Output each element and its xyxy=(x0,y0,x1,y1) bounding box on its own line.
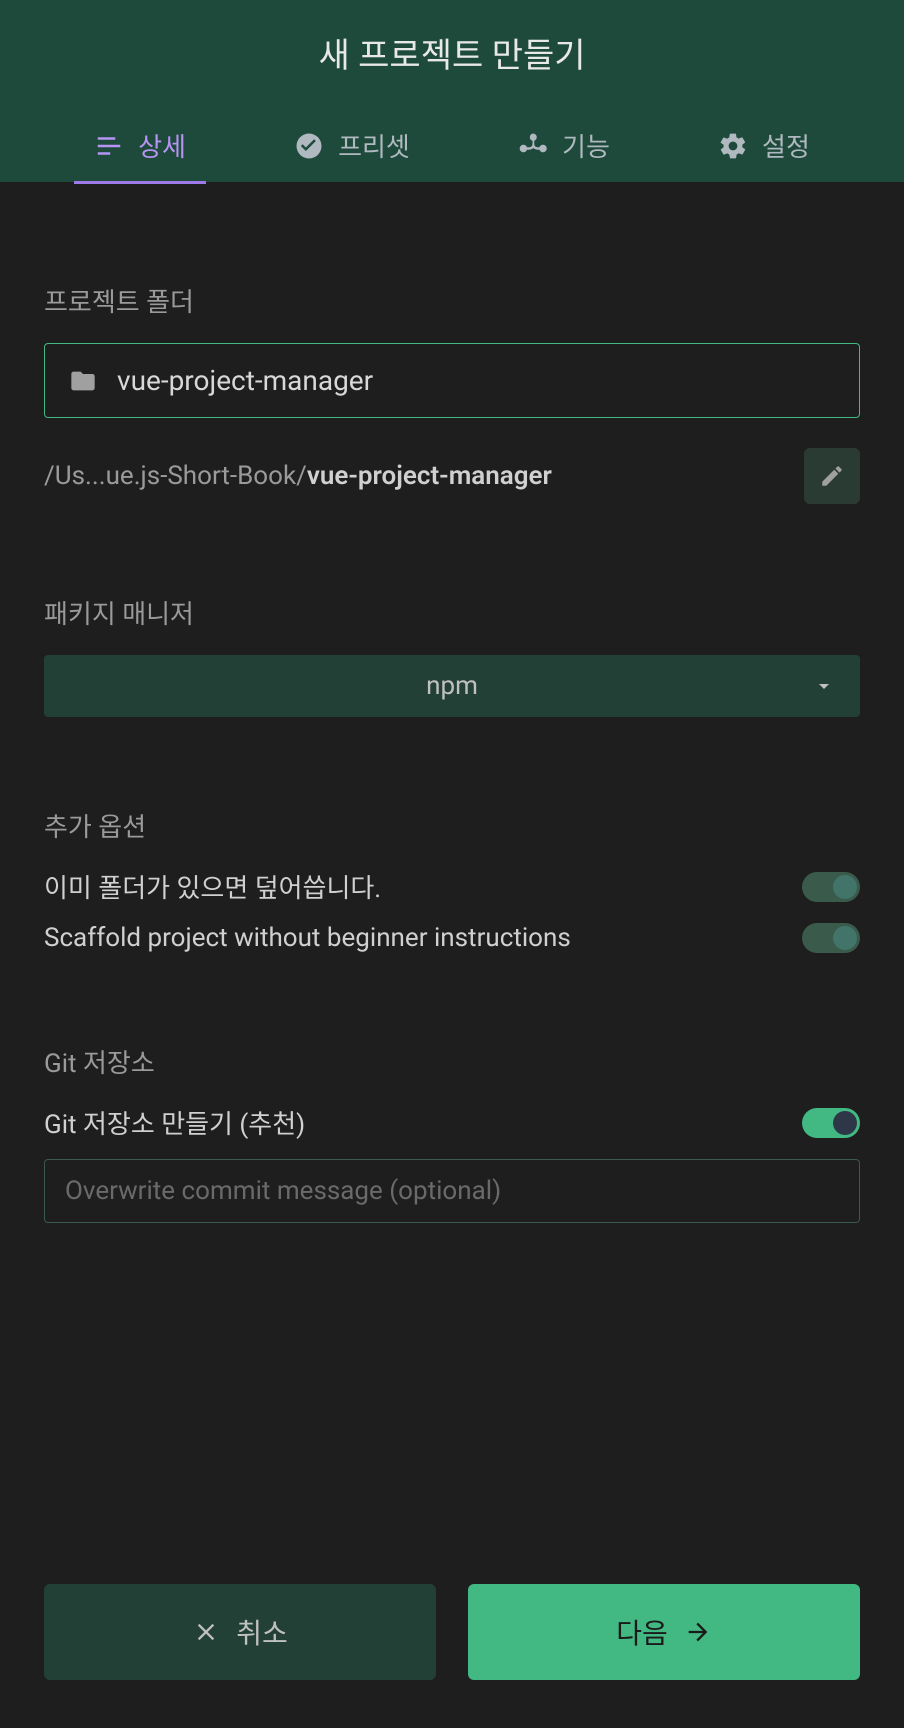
tab-label: 상세 xyxy=(138,127,186,164)
commit-input-wrapper[interactable] xyxy=(44,1159,860,1223)
option-scaffold: Scaffold project without beginner instru… xyxy=(44,923,860,953)
folder-label: 프로젝트 폴더 xyxy=(44,282,860,319)
close-icon xyxy=(192,1618,220,1646)
option-overwrite: 이미 폴더가 있으면 덮어씁니다. xyxy=(44,868,860,905)
path-text: /Us...ue.js-Short-Book/vue-project-manag… xyxy=(44,461,788,491)
toggle-scaffold[interactable] xyxy=(802,923,860,953)
section-package-manager: 패키지 매니저 npm xyxy=(44,594,860,717)
toggle-git-init[interactable] xyxy=(802,1108,860,1138)
git-label: Git 저장소 xyxy=(44,1043,860,1080)
option-label: Scaffold project without beginner instru… xyxy=(44,923,571,953)
folder-input-wrapper[interactable] xyxy=(44,343,860,418)
section-git: Git 저장소 Git 저장소 만들기 (추천) xyxy=(44,1043,860,1223)
folder-input[interactable] xyxy=(117,364,835,397)
select-value: npm xyxy=(426,671,478,701)
chevron-down-icon xyxy=(812,674,836,698)
tab-settings[interactable]: 설정 xyxy=(698,109,830,182)
page-title: 새 프로젝트 만들기 xyxy=(0,28,904,109)
list-icon xyxy=(94,131,124,161)
toggle-overwrite[interactable] xyxy=(802,872,860,902)
gear-icon xyxy=(718,131,748,161)
pencil-icon xyxy=(819,463,845,489)
arrow-right-icon xyxy=(684,1618,712,1646)
folder-icon xyxy=(69,367,97,395)
toggle-knob xyxy=(833,1111,857,1135)
option-git-init: Git 저장소 만들기 (추천) xyxy=(44,1104,860,1141)
section-folder: 프로젝트 폴더 /Us...ue.js-Short-Book/vue-proje… xyxy=(44,282,860,504)
commit-message-input[interactable] xyxy=(65,1176,839,1206)
option-label: 이미 폴더가 있으면 덮어씁니다. xyxy=(44,868,381,905)
tabs: 상세 프리셋 기능 설정 xyxy=(0,109,904,182)
cancel-button[interactable]: 취소 xyxy=(44,1584,436,1680)
content: 프로젝트 폴더 /Us...ue.js-Short-Book/vue-proje… xyxy=(0,182,904,1584)
tab-details[interactable]: 상세 xyxy=(74,109,206,182)
next-button[interactable]: 다음 xyxy=(468,1584,860,1680)
tab-preset[interactable]: 프리셋 xyxy=(274,109,430,182)
cancel-label: 취소 xyxy=(236,1612,288,1652)
merge-icon xyxy=(518,131,548,161)
options-label: 추가 옵션 xyxy=(44,807,860,844)
tab-label: 기능 xyxy=(562,127,610,164)
header: 새 프로젝트 만들기 상세 프리셋 기능 설정 xyxy=(0,0,904,182)
toggle-knob xyxy=(833,875,857,899)
next-label: 다음 xyxy=(616,1612,668,1652)
package-manager-select[interactable]: npm xyxy=(44,655,860,717)
toggle-knob xyxy=(833,926,857,950)
tab-features[interactable]: 기능 xyxy=(498,109,630,182)
edit-path-button[interactable] xyxy=(804,448,860,504)
package-manager-label: 패키지 매니저 xyxy=(44,594,860,631)
tab-label: 프리셋 xyxy=(338,127,410,164)
footer: 취소 다음 xyxy=(0,1584,904,1728)
check-circle-icon xyxy=(294,131,324,161)
path-row: /Us...ue.js-Short-Book/vue-project-manag… xyxy=(44,448,860,504)
tab-label: 설정 xyxy=(762,127,810,164)
git-toggle-label: Git 저장소 만들기 (추천) xyxy=(44,1104,305,1141)
section-options: 추가 옵션 이미 폴더가 있으면 덮어씁니다. Scaffold project… xyxy=(44,807,860,953)
